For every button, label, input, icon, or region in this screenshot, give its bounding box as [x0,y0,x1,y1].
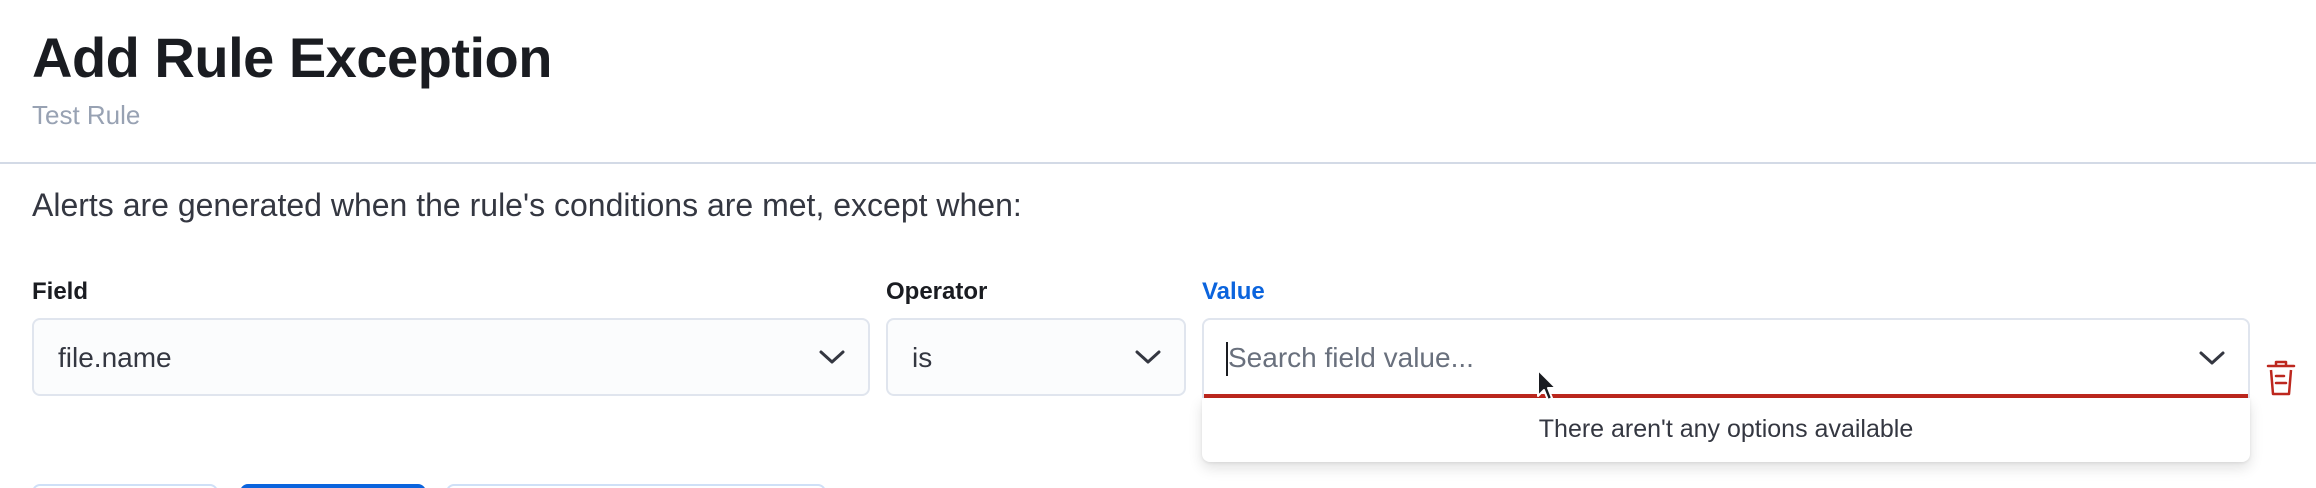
value-label: Value [1202,278,1265,305]
operator-select-value: is [912,342,933,373]
page-title: Add Rule Exception [32,26,552,89]
field-select-value: file.name [58,342,172,373]
no-options-message: There aren't any options available [1538,415,1914,443]
field-select[interactable]: file.name [32,318,870,396]
rule-name-subtitle: Test Rule [32,100,141,130]
header-divider [0,162,2316,164]
footer-button-partial[interactable] [446,484,826,488]
operator-label: Operator [886,278,988,305]
trash-icon[interactable] [2264,358,2298,398]
field-label: Field [32,278,89,305]
footer-primary-button-partial[interactable] [240,484,426,488]
chevron-down-icon [1135,350,1161,364]
value-combobox[interactable] [1202,318,2250,398]
add-exception-flyout: Add Rule Exception Test Rule Alerts are … [0,0,2316,488]
operator-select[interactable]: is [886,318,1186,396]
footer-button-partial[interactable] [32,484,218,488]
chevron-down-icon [819,350,845,364]
exception-description: Alerts are generated when the rule's con… [32,187,1022,223]
value-options-dropdown: There aren't any options available [1202,398,2250,462]
text-caret [1226,342,1228,376]
value-search-input[interactable] [1228,338,2128,378]
mouse-pointer-icon [1537,369,1557,401]
chevron-down-icon[interactable] [2198,348,2226,368]
